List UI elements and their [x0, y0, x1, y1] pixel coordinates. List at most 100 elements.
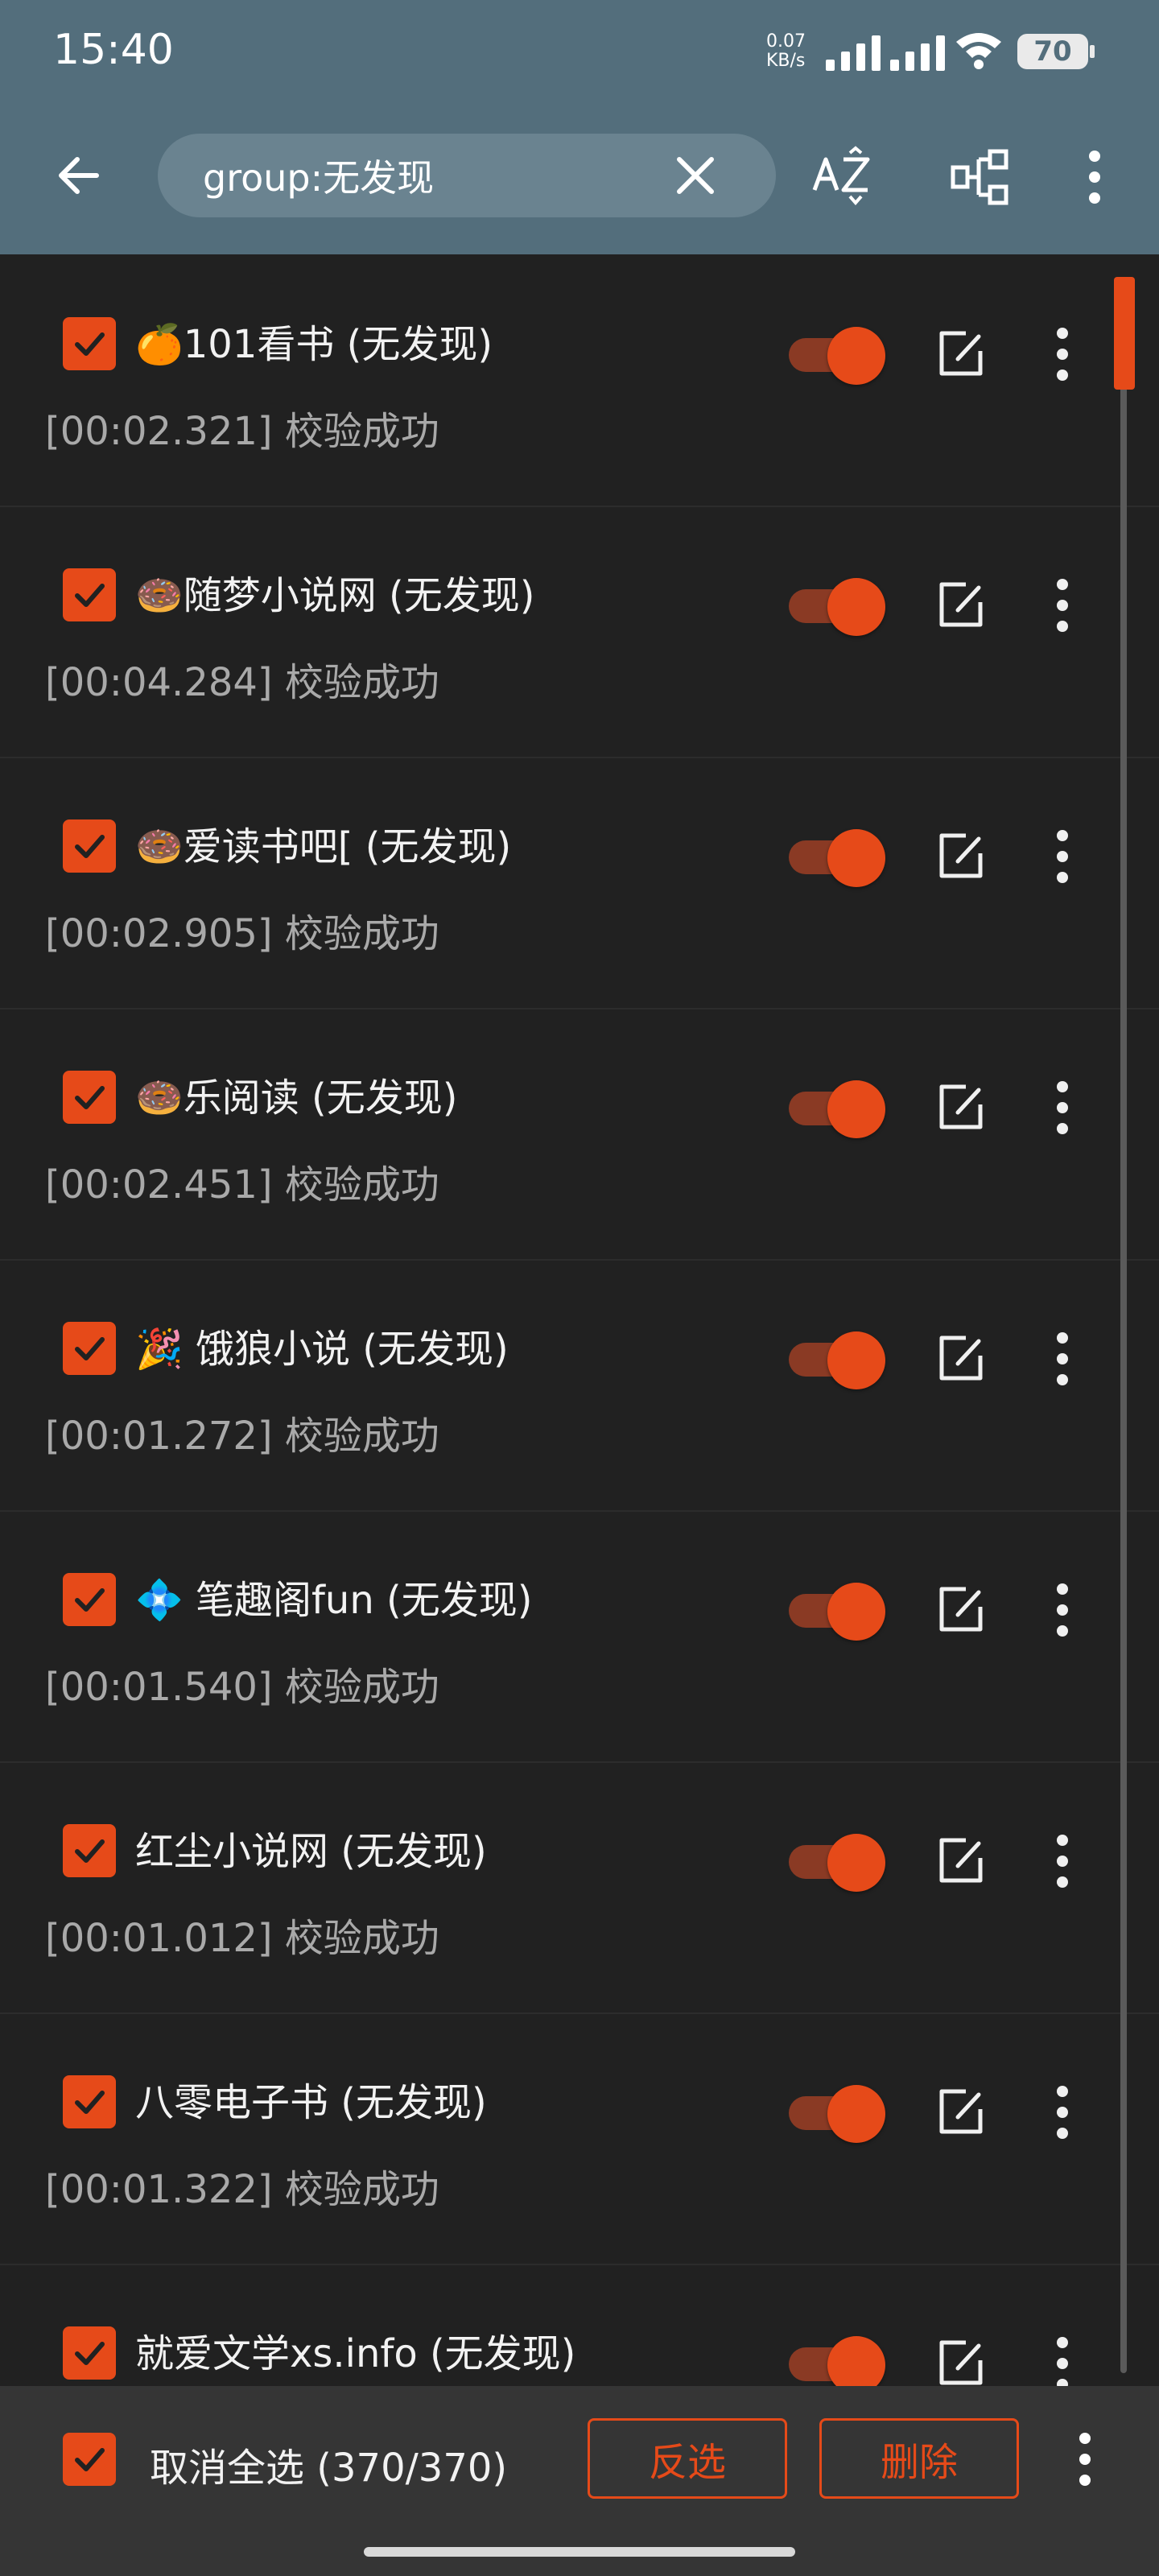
enable-switch[interactable] — [789, 1328, 885, 1389]
item-checkbox[interactable] — [63, 1824, 116, 1877]
item-name: 101看书 (无发现) — [183, 322, 493, 367]
item-more-button[interactable] — [1038, 1328, 1087, 1389]
item-emoji: 🍊 — [135, 322, 184, 367]
item-more-button[interactable] — [1038, 2333, 1087, 2386]
item-title: 🍩爱读书吧[ (无发现) — [135, 815, 511, 871]
switch-thumb — [827, 1834, 885, 1892]
item-name: 饿狼小说 (无发现) — [183, 1327, 509, 1372]
enable-switch[interactable] — [789, 2333, 885, 2386]
edit-button[interactable] — [934, 829, 988, 884]
item-title: 🎉 饿狼小说 (无发现) — [135, 1317, 509, 1373]
item-title: 🍩随梦小说网 (无发现) — [135, 564, 534, 620]
enable-switch[interactable] — [789, 1831, 885, 1892]
check-icon — [75, 1086, 105, 1109]
item-checkbox[interactable] — [63, 568, 116, 621]
invert-selection-button[interactable]: 反选 — [588, 2418, 787, 2499]
item-name: 八零电子书 (无发现) — [135, 2080, 487, 2125]
switch-thumb — [827, 2085, 885, 2143]
enable-switch[interactable] — [789, 324, 885, 385]
check-icon — [75, 332, 105, 356]
list-item[interactable]: 🍩随梦小说网 (无发现) [00:04.284] 校验成功 — [0, 506, 1159, 758]
net-speed-unit: KB/s — [766, 51, 806, 71]
item-title: 红尘小说网 (无发现) — [135, 1819, 487, 1876]
more-vert-icon — [1079, 2433, 1091, 2486]
item-checkbox[interactable] — [63, 2075, 116, 2128]
enable-switch[interactable] — [789, 826, 885, 887]
item-checkbox[interactable] — [63, 2326, 116, 2380]
battery-level: 70 — [1033, 35, 1072, 68]
net-speed-value: 0.07 — [766, 31, 806, 52]
edit-button[interactable] — [934, 1583, 988, 1637]
list-item[interactable]: 🍊101看书 (无发现) [00:02.321] 校验成功 — [0, 254, 1159, 507]
item-name: 就爱文学xs.info (无发现) — [135, 2331, 576, 2376]
enable-switch[interactable] — [789, 2082, 885, 2143]
more-vert-icon — [1057, 2337, 1068, 2386]
item-more-button[interactable] — [1038, 575, 1087, 636]
switch-thumb — [827, 1583, 885, 1641]
item-status: [00:04.284] 校验成功 — [45, 660, 439, 705]
scrollbar-track[interactable] — [1120, 280, 1127, 2373]
edit-icon — [939, 2089, 983, 2134]
more-vert-icon — [1089, 151, 1100, 204]
item-more-button[interactable] — [1038, 324, 1087, 385]
switch-thumb — [827, 578, 885, 636]
edit-icon — [939, 1587, 983, 1632]
search-input[interactable] — [203, 134, 654, 217]
group-tree-icon — [951, 149, 1008, 205]
more-vert-icon — [1057, 1835, 1068, 1888]
item-more-button[interactable] — [1038, 1831, 1087, 1892]
item-more-button[interactable] — [1038, 2082, 1087, 2143]
switch-thumb — [827, 327, 885, 385]
edit-button[interactable] — [934, 1834, 988, 1889]
enable-switch[interactable] — [789, 1077, 885, 1138]
search-box[interactable] — [158, 134, 776, 217]
list-item[interactable]: 八零电子书 (无发现) [00:01.322] 校验成功 — [0, 2013, 1159, 2265]
edit-button[interactable] — [934, 327, 988, 382]
list-item[interactable]: 🍩乐阅读 (无发现) [00:02.451] 校验成功 — [0, 1008, 1159, 1261]
select-all-checkbox[interactable] — [63, 2433, 116, 2486]
more-vert-icon — [1057, 328, 1068, 381]
item-more-button[interactable] — [1038, 1077, 1087, 1138]
signal-icon — [826, 32, 881, 71]
gesture-bar[interactable] — [364, 2547, 795, 2557]
item-name: 爱读书吧[ (无发现) — [183, 824, 512, 869]
list-item[interactable]: 💠 笔趣阁fun (无发现) [00:01.540] 校验成功 — [0, 1510, 1159, 1763]
sort-az-icon — [812, 146, 870, 206]
select-all-label[interactable]: 取消全选 (370/370) — [150, 2436, 507, 2492]
item-status: [00:01.540] 校验成功 — [45, 1665, 439, 1710]
item-emoji: 🍩 — [135, 1075, 184, 1121]
sort-button[interactable] — [808, 142, 879, 213]
switch-thumb — [827, 1331, 885, 1389]
toolbar-more-button[interactable] — [1070, 142, 1119, 213]
item-checkbox[interactable] — [63, 317, 116, 370]
item-checkbox[interactable] — [63, 1322, 116, 1375]
more-vert-icon — [1057, 579, 1068, 632]
edit-icon — [939, 833, 983, 878]
list-item[interactable]: 红尘小说网 (无发现) [00:01.012] 校验成功 — [0, 1761, 1159, 2014]
enable-switch[interactable] — [789, 575, 885, 636]
list-item[interactable]: 就爱文学xs.info (无发现) — [0, 2264, 1159, 2386]
edit-button[interactable] — [934, 1080, 988, 1135]
group-button[interactable] — [945, 142, 1016, 213]
edit-button[interactable] — [934, 578, 988, 633]
scrollbar-thumb[interactable] — [1114, 277, 1135, 390]
item-more-button[interactable] — [1038, 1579, 1087, 1641]
edit-button[interactable] — [934, 2085, 988, 2140]
enable-switch[interactable] — [789, 1579, 885, 1641]
item-status: [00:02.451] 校验成功 — [45, 1162, 439, 1208]
item-more-button[interactable] — [1038, 826, 1087, 887]
item-checkbox[interactable] — [63, 1573, 116, 1626]
item-checkbox[interactable] — [63, 819, 116, 873]
list-item[interactable]: 🍩爱读书吧[ (无发现) [00:02.905] 校验成功 — [0, 757, 1159, 1009]
check-icon — [75, 2091, 105, 2114]
item-checkbox[interactable] — [63, 1071, 116, 1124]
clear-search-button[interactable] — [665, 145, 726, 206]
edit-button[interactable] — [934, 2336, 988, 2386]
battery-icon: 70 — [1017, 34, 1095, 69]
list-item[interactable]: 🎉 饿狼小说 (无发现) [00:01.272] 校验成功 — [0, 1259, 1159, 1512]
check-icon — [75, 2342, 105, 2365]
edit-button[interactable] — [934, 1331, 988, 1386]
bottom-more-button[interactable] — [1061, 2423, 1109, 2496]
delete-button[interactable]: 删除 — [819, 2418, 1019, 2499]
back-button[interactable] — [48, 145, 109, 206]
